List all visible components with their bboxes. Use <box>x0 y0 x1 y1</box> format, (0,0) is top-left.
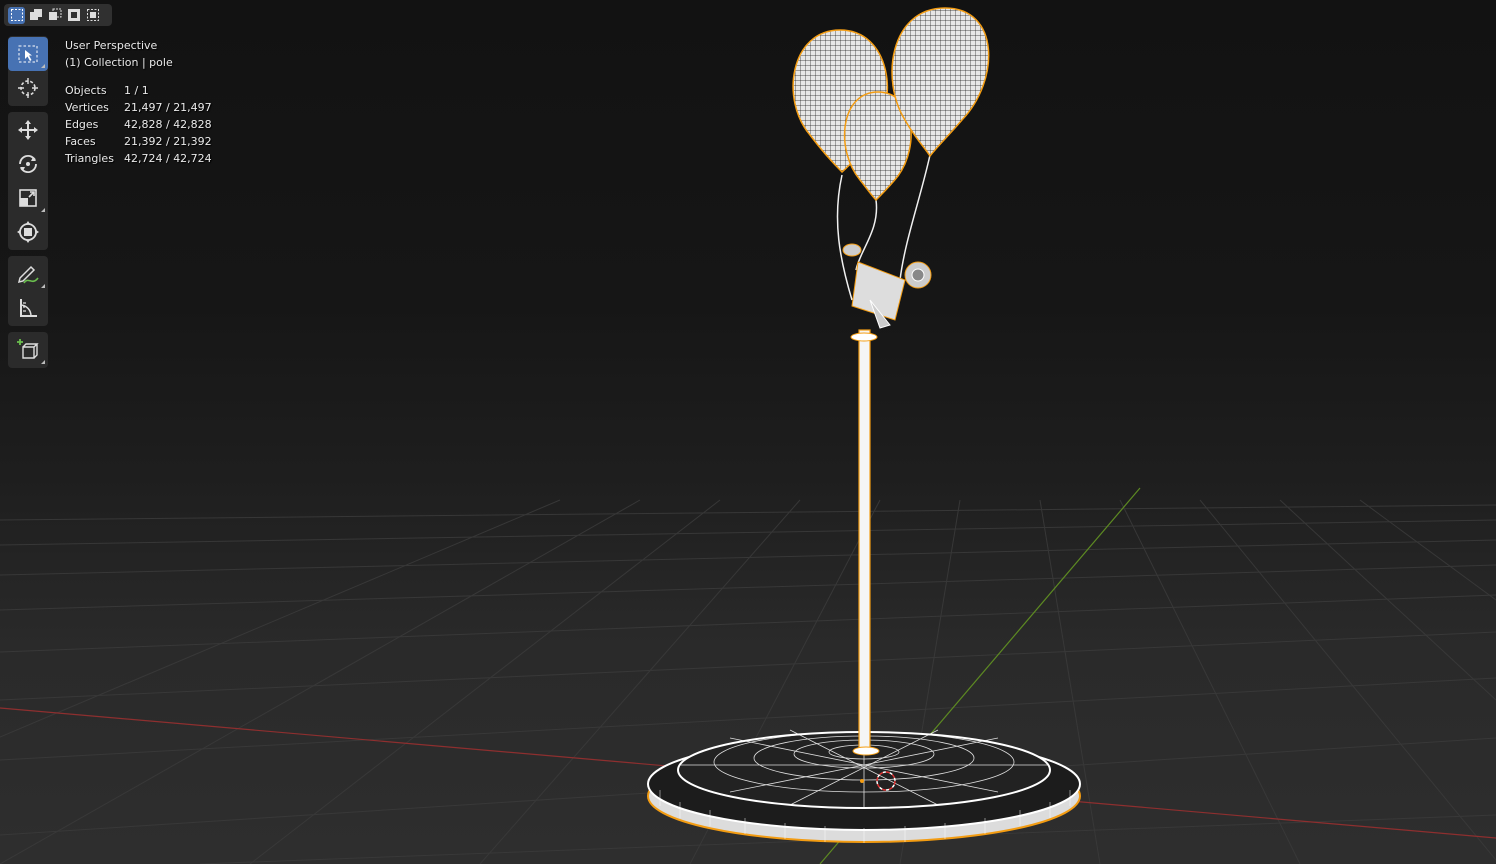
stat-value: 21,392 / 21,392 <box>124 135 212 148</box>
transform-icon[interactable] <box>8 215 48 249</box>
stat-value: 1 / 1 <box>124 84 149 97</box>
tool-group-transform <box>8 112 48 250</box>
viewport-info-overlay: User Perspective (1) Collection | pole O… <box>65 37 212 167</box>
select-box-icon[interactable] <box>8 37 48 71</box>
select-new-icon[interactable] <box>8 6 25 24</box>
scene-statistics: Objects 1 / 1 Vertices 21,497 / 21,497 E… <box>65 82 212 167</box>
tool-group-add <box>8 332 48 368</box>
select-mode-strip <box>4 4 112 26</box>
stat-value: 42,828 / 42,828 <box>124 118 212 131</box>
stat-label: Objects <box>65 84 107 97</box>
select-extend-icon[interactable] <box>27 7 44 24</box>
viewport-scene[interactable] <box>0 0 1496 864</box>
stat-label: Faces <box>65 135 96 148</box>
cursor-icon[interactable] <box>8 71 48 105</box>
stat-label: Edges <box>65 118 99 131</box>
watering-can[interactable] <box>842 243 932 329</box>
stat-row-faces: Faces 21,392 / 21,392 <box>65 133 212 150</box>
collection-info: (1) Collection | pole <box>65 56 173 69</box>
stat-value: 42,724 / 42,724 <box>124 152 212 165</box>
stat-row-triangles: Triangles 42,724 / 42,724 <box>65 150 212 167</box>
scale-icon[interactable] <box>8 181 48 215</box>
tool-group-annotate <box>8 256 48 326</box>
stat-row-vertices: Vertices 21,497 / 21,497 <box>65 99 212 116</box>
tool-shelf <box>8 36 48 374</box>
stat-value: 21,497 / 21,497 <box>124 101 212 114</box>
select-invert-icon[interactable] <box>65 7 82 24</box>
select-intersect-icon[interactable] <box>84 7 101 24</box>
add-cube-icon[interactable] <box>8 333 48 367</box>
move-icon[interactable] <box>8 113 48 147</box>
stat-row-objects: Objects 1 / 1 <box>65 82 212 99</box>
stat-label: Triangles <box>65 152 114 165</box>
stat-label: Vertices <box>65 101 109 114</box>
tool-group-select <box>8 36 48 106</box>
view-name: User Perspective <box>65 39 158 52</box>
annotate-icon[interactable] <box>8 257 48 291</box>
pole-object[interactable] <box>850 329 880 756</box>
stat-row-edges: Edges 42,828 / 42,828 <box>65 116 212 133</box>
3d-viewport[interactable]: User Perspective (1) Collection | pole O… <box>0 0 1496 864</box>
select-subtract-icon[interactable] <box>46 7 63 24</box>
measure-icon[interactable] <box>8 291 48 325</box>
rotate-icon[interactable] <box>8 147 48 181</box>
